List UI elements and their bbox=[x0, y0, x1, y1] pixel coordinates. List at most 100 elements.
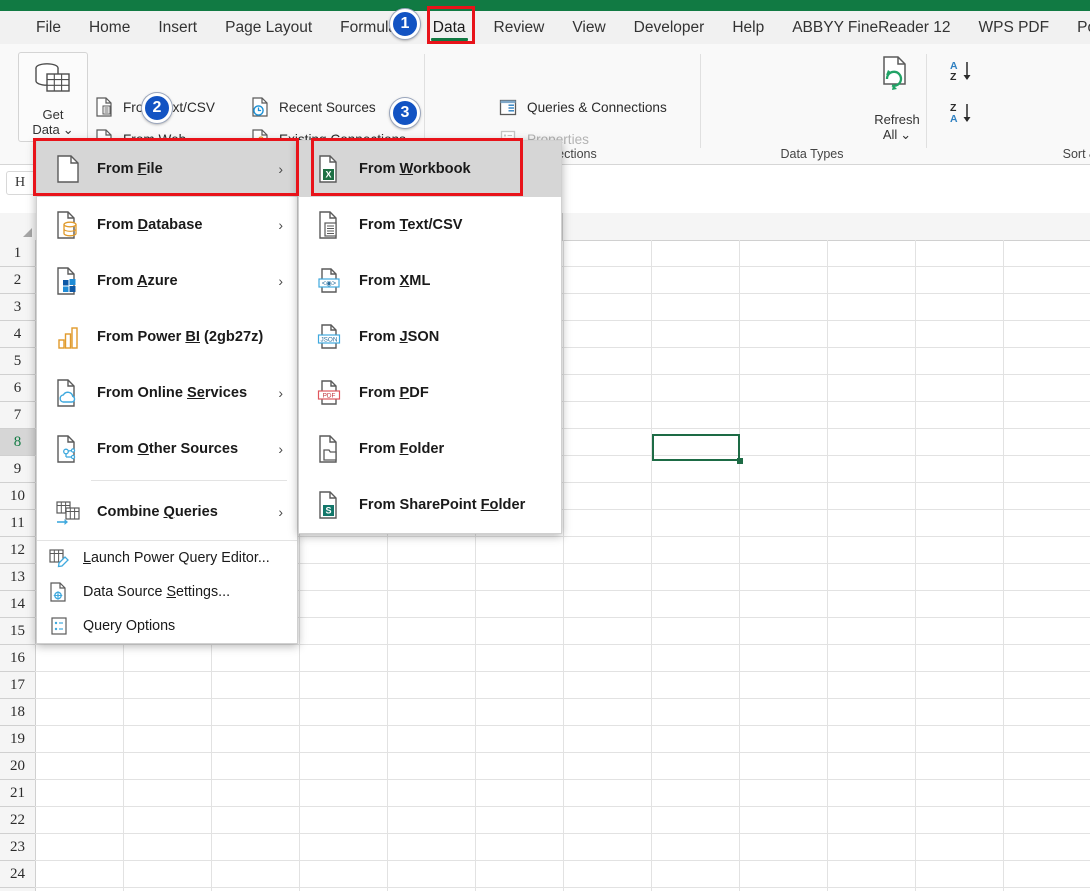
menu-item-from-xml-label: From XML bbox=[359, 273, 430, 289]
row-header-3[interactable]: 3 bbox=[0, 294, 35, 321]
row-header-5[interactable]: 5 bbox=[0, 348, 35, 375]
ribbon-separator-1 bbox=[424, 54, 425, 148]
ribbon-tab-view[interactable]: View bbox=[558, 11, 619, 44]
grid-vline bbox=[651, 240, 652, 891]
row-header-14[interactable]: 14 bbox=[0, 591, 35, 618]
row-header-10[interactable]: 10 bbox=[0, 483, 35, 510]
grid-vline bbox=[563, 240, 564, 891]
active-cell-h8[interactable] bbox=[652, 434, 740, 461]
row-header-9[interactable]: 9 bbox=[0, 456, 35, 483]
fill-handle[interactable] bbox=[737, 458, 743, 464]
queries-connections-label: Queries & Connections bbox=[527, 100, 667, 115]
row-header-22[interactable]: 22 bbox=[0, 807, 35, 834]
sort-ascending-button[interactable]: A Z bbox=[948, 58, 982, 89]
menu-item-from-workbook-label: From Workbook bbox=[359, 161, 471, 177]
menu-item-combine-queries[interactable]: Combine Queries › bbox=[37, 484, 297, 540]
row-header-18[interactable]: 18 bbox=[0, 699, 35, 726]
get-data-button[interactable]: Get Data⌄ bbox=[18, 52, 88, 142]
recent-sources-label: Recent Sources bbox=[279, 100, 376, 115]
ribbon-tab-help[interactable]: Help bbox=[718, 11, 778, 44]
row-header-8[interactable]: 8 bbox=[0, 429, 35, 456]
sort-descending-icon: Z A bbox=[948, 100, 982, 126]
menu-item-from-other-sources[interactable]: From Other Sources › bbox=[37, 421, 297, 477]
ribbon-tab-po[interactable]: Po bbox=[1063, 11, 1090, 44]
chevron-right-icon: › bbox=[278, 161, 283, 177]
menu-item-from-folder[interactable]: From Folder bbox=[299, 421, 561, 477]
row-header-13[interactable]: 13 bbox=[0, 564, 35, 591]
menu-item-from-database[interactable]: From Database › bbox=[37, 197, 297, 253]
menu-item-from-json[interactable]: JSON From JSON bbox=[299, 309, 561, 365]
row-header-23[interactable]: 23 bbox=[0, 834, 35, 861]
menu-item-from-pdf[interactable]: PDF From PDF bbox=[299, 365, 561, 421]
row-header-15[interactable]: 15 bbox=[0, 618, 35, 645]
menu-item-from-text-csv[interactable]: From Text/CSV bbox=[299, 197, 561, 253]
row-header-12[interactable]: 12 bbox=[0, 537, 35, 564]
menu-item-from-online-services[interactable]: From Online Services › bbox=[37, 365, 297, 421]
power-query-editor-icon bbox=[47, 547, 71, 569]
ribbon-tab-home[interactable]: Home bbox=[75, 11, 144, 44]
power-bi-icon bbox=[53, 322, 83, 352]
group-label-data-types: Data Types bbox=[704, 147, 920, 161]
recent-sources-command[interactable]: Recent Sources bbox=[248, 96, 376, 118]
row-header-24[interactable]: 24 bbox=[0, 861, 35, 888]
row-header-16[interactable]: 16 bbox=[0, 645, 35, 672]
ribbon-tab-wps-pdf[interactable]: WPS PDF bbox=[964, 11, 1063, 44]
ribbon-tab-review[interactable]: Review bbox=[480, 11, 559, 44]
get-data-caret-icon[interactable]: ⌄ bbox=[63, 122, 74, 137]
menu-item-combine-queries-label: Combine Queries bbox=[97, 504, 218, 520]
chevron-right-icon: › bbox=[278, 441, 283, 457]
ribbon-group-sort-filter: A Z Z A Z A A Z Sort bbox=[930, 44, 1090, 164]
row-header-11[interactable]: 11 bbox=[0, 510, 35, 537]
row-header-17[interactable]: 17 bbox=[0, 672, 35, 699]
row-header-20[interactable]: 20 bbox=[0, 753, 35, 780]
row-header-2[interactable]: 2 bbox=[0, 267, 35, 294]
menu-item-from-text-csv-label: From Text/CSV bbox=[359, 217, 463, 233]
from-file-submenu[interactable]: X From Workbook From Text/CSV <◉> From X… bbox=[298, 140, 562, 534]
ribbon-separator-2 bbox=[700, 54, 701, 148]
title-bar-strip bbox=[0, 0, 1090, 11]
queries-connections-command[interactable]: Queries & Connections bbox=[496, 96, 667, 118]
ribbon-tab-data[interactable]: Data bbox=[419, 11, 480, 44]
ribbon-tab-insert[interactable]: Insert bbox=[144, 11, 211, 44]
menu-item-query-options[interactable]: Query Options bbox=[37, 609, 297, 643]
menu-item-from-power-bi[interactable]: From Power BI (2gb27z) bbox=[37, 309, 297, 365]
svg-text:S: S bbox=[325, 505, 331, 515]
menu-item-from-azure[interactable]: From Azure › bbox=[37, 253, 297, 309]
select-all-corner[interactable] bbox=[0, 213, 36, 241]
query-options-icon bbox=[47, 615, 71, 637]
svg-text:JSON: JSON bbox=[320, 336, 337, 343]
svg-text:<◉>: <◉> bbox=[322, 280, 336, 287]
row-header-21[interactable]: 21 bbox=[0, 780, 35, 807]
sort-descending-button[interactable]: Z A bbox=[948, 100, 982, 131]
ribbon-tab-page-layout[interactable]: Page Layout bbox=[211, 11, 326, 44]
chevron-right-icon: › bbox=[278, 504, 283, 520]
menu-item-data-source-settings[interactable]: Data Source Settings... bbox=[37, 575, 297, 609]
menu-item-from-xml[interactable]: <◉> From XML bbox=[299, 253, 561, 309]
ribbon-tab-developer[interactable]: Developer bbox=[620, 11, 719, 44]
text-csv-icon bbox=[92, 96, 116, 118]
menu-item-from-sharepoint-folder-label: From SharePoint Folder bbox=[359, 497, 525, 513]
ribbon-tab-file[interactable]: File bbox=[22, 11, 75, 44]
row-header-1[interactable]: 1 bbox=[0, 240, 35, 267]
menu-item-from-json-label: From JSON bbox=[359, 329, 439, 345]
menu-item-from-workbook[interactable]: X From Workbook bbox=[299, 141, 561, 197]
get-data-dropdown-menu[interactable]: From File › From Database › From Azure ›… bbox=[36, 140, 298, 644]
row-header-7[interactable]: 7 bbox=[0, 402, 35, 429]
ribbon-group-data-types: Stocks Geography ⌃ ⌄ ⩝ Data Types bbox=[704, 44, 920, 164]
menu-item-from-database-label: From Database bbox=[97, 217, 202, 233]
row-header-4[interactable]: 4 bbox=[0, 321, 35, 348]
ribbon-tab-abbyy-finereader-12[interactable]: ABBYY FineReader 12 bbox=[778, 11, 964, 44]
chevron-right-icon: › bbox=[278, 385, 283, 401]
menu-item-from-sharepoint-folder[interactable]: S From SharePoint Folder bbox=[299, 477, 561, 533]
menu-item-from-folder-label: From Folder bbox=[359, 441, 444, 457]
menu-item-from-pdf-label: From PDF bbox=[359, 385, 429, 401]
menu-item-launch-power-query-editor[interactable]: Launch Power Query Editor... bbox=[37, 541, 297, 575]
svg-text:Z: Z bbox=[950, 71, 957, 83]
azure-icon bbox=[53, 266, 83, 296]
menu-item-from-file-label: From File bbox=[97, 161, 163, 177]
other-sources-icon bbox=[53, 434, 83, 464]
row-header-19[interactable]: 19 bbox=[0, 726, 35, 753]
menu-item-from-file[interactable]: From File › bbox=[37, 141, 297, 197]
excel-workbook-icon: X bbox=[315, 154, 345, 184]
row-header-6[interactable]: 6 bbox=[0, 375, 35, 402]
